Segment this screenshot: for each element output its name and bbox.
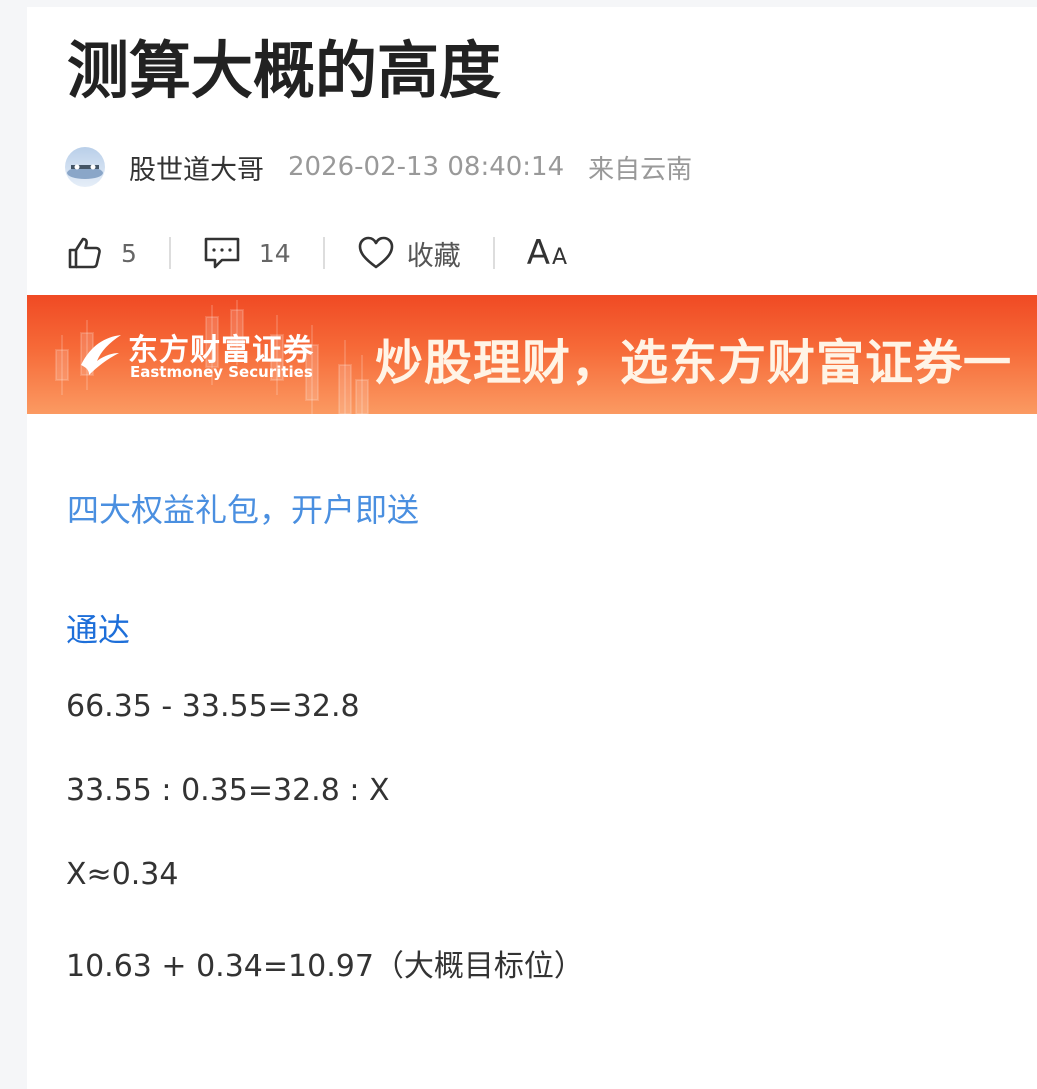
calc-line: 10.63 + 0.34=10.97（大概目标位） — [66, 949, 584, 984]
favorite-button[interactable]: 收藏 — [357, 234, 461, 273]
promo-link[interactable]: 四大权益礼包，开户即送 — [67, 485, 419, 531]
calc-line: X≈0.34 — [66, 857, 179, 892]
action-divider — [322, 237, 325, 269]
thumbs-up-icon — [67, 235, 103, 271]
heart-icon — [357, 235, 395, 271]
calc-line: 33.55 : 0.35=32.8 : X — [66, 773, 390, 808]
font-small-glyph: A — [551, 245, 568, 270]
author-avatar[interactable] — [65, 147, 105, 187]
publish-datetime: 2026-02-13 08:40:14 — [288, 152, 565, 182]
article-title: 测算大概的高度 — [67, 34, 502, 107]
action-divider — [492, 237, 495, 269]
comment-count: 14 — [258, 238, 291, 268]
eastmoney-logo-icon — [77, 331, 123, 381]
like-button[interactable]: 5 — [67, 235, 137, 271]
publish-location: 来自云南 — [588, 154, 693, 185]
like-count: 5 — [121, 238, 137, 268]
font-large-glyph: A — [526, 233, 550, 273]
author-name[interactable]: 股世道大哥 — [129, 148, 264, 187]
action-divider — [168, 237, 171, 269]
banner-slogan: 炒股理财，选东方财富证券一 — [375, 335, 1013, 391]
article-meta: 股世道大哥 2026-02-13 08:40:14 来自云南 — [65, 146, 692, 188]
comment-icon — [203, 235, 241, 271]
font-size-toggle[interactable]: A A — [527, 233, 567, 273]
favorite-label: 收藏 — [406, 240, 461, 272]
comment-button[interactable]: 14 — [203, 235, 291, 271]
banner-logo-english: Eastmoney Securities — [130, 363, 313, 381]
broker-ad-banner[interactable]: 东方财富证券 Eastmoney Securities 炒股理财，选东方财富证券… — [27, 295, 1037, 414]
stock-tag-link[interactable]: 通达 — [66, 605, 130, 651]
article-page: 测算大概的高度 股世道大哥 2026-02-13 08:40:14 来自云南 5… — [27, 7, 1037, 1089]
calc-line: 66.35 - 33.55=32.8 — [66, 689, 360, 724]
article-actions: 5 14 收藏 A A — [67, 227, 567, 279]
